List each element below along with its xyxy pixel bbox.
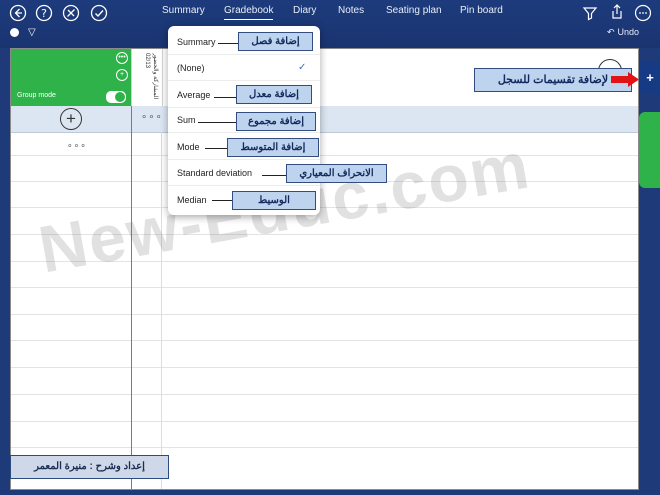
callout-add-mode: إضافة المتوسط bbox=[227, 138, 319, 157]
back-arrow-icon[interactable] bbox=[9, 4, 27, 22]
summary-row: + ∘∘∘ bbox=[11, 106, 638, 133]
undo-button[interactable]: ↶ Undo bbox=[607, 27, 639, 38]
add-sections-button[interactable]: + bbox=[640, 62, 660, 94]
callout-leader bbox=[262, 175, 286, 176]
row-line bbox=[11, 287, 638, 288]
group-mode-toggle[interactable] bbox=[106, 91, 126, 103]
tab-notes[interactable]: Notes bbox=[338, 5, 364, 17]
side-tab[interactable] bbox=[639, 112, 660, 188]
share-icon[interactable] bbox=[608, 3, 626, 21]
callout-std-dev: الانحراف المعياري bbox=[286, 164, 387, 183]
row-options-icon[interactable]: ∘∘∘ bbox=[141, 112, 163, 123]
triangle-down-icon[interactable]: ▽ bbox=[28, 27, 36, 38]
student-row-options-icon[interactable]: ∘∘∘ bbox=[67, 140, 87, 151]
menu-item-none-label: (None) bbox=[177, 63, 205, 73]
add-student-icon[interactable]: + bbox=[116, 69, 128, 81]
column-header[interactable]: المشاركة والحضور 02/13 bbox=[131, 49, 163, 106]
top-toolbar: ? Summary Gradebook Diary Notes Seating … bbox=[0, 0, 660, 48]
checkmark-icon: ✓ bbox=[298, 62, 307, 73]
more-options-icon[interactable]: ••• bbox=[116, 52, 128, 64]
group-mode-label: Group mode bbox=[17, 92, 56, 99]
help-icon[interactable]: ? bbox=[35, 4, 53, 22]
tools-icon[interactable] bbox=[62, 4, 80, 22]
red-arrow-icon bbox=[611, 72, 639, 87]
tab-pin-board[interactable]: Pin board bbox=[460, 5, 503, 17]
record-dot-icon[interactable] bbox=[10, 28, 19, 37]
row-line bbox=[11, 340, 638, 341]
author-credit: إعداد وشرح : منيرة المعمر bbox=[10, 455, 169, 479]
row-line bbox=[11, 394, 638, 395]
column-date: 02/13 bbox=[144, 53, 150, 69]
callout-leader bbox=[212, 200, 232, 201]
column-divider bbox=[161, 132, 162, 489]
svg-text:?: ? bbox=[41, 7, 47, 20]
callout-leader bbox=[218, 43, 238, 44]
menu-item-none[interactable]: (None) ✓ bbox=[168, 55, 320, 81]
undo-icon: ↶ bbox=[607, 27, 615, 37]
more-icon[interactable] bbox=[634, 4, 652, 22]
callout-leader bbox=[205, 148, 227, 149]
callout-leader bbox=[198, 122, 236, 123]
callout-add-average: إضافة معدل bbox=[236, 85, 312, 104]
tab-diary[interactable]: Diary bbox=[293, 5, 316, 17]
undo-label: Undo bbox=[617, 27, 640, 37]
callout-add-chapter: إضافة فصل bbox=[238, 32, 313, 51]
column-divider bbox=[131, 106, 132, 489]
row-line bbox=[11, 314, 638, 315]
row-line bbox=[11, 447, 638, 448]
callout-median: الوسيط bbox=[232, 191, 316, 210]
tab-seating-plan[interactable]: Seating plan bbox=[386, 5, 442, 17]
check-icon[interactable] bbox=[90, 4, 108, 22]
callout-add-sections: لإضافة تقسيمات للسجل bbox=[474, 68, 632, 92]
row-line bbox=[11, 367, 638, 368]
student-panel: ••• + Group mode bbox=[11, 49, 131, 107]
row-line bbox=[11, 155, 638, 156]
column-title: المشاركة والحضور 02/13 bbox=[135, 53, 159, 101]
callout-leader bbox=[214, 97, 236, 98]
filter-icon[interactable] bbox=[581, 4, 599, 22]
column-title-text: المشاركة والحضور bbox=[152, 53, 158, 100]
callout-add-sum: إضافة مجموع bbox=[236, 112, 316, 131]
tab-gradebook[interactable]: Gradebook bbox=[224, 5, 274, 20]
tab-summary[interactable]: Summary bbox=[162, 5, 205, 17]
gradebook-sheet: ••• + Group mode المشاركة والحضور 02/13 … bbox=[10, 48, 639, 490]
row-line bbox=[11, 421, 638, 422]
add-row-icon[interactable]: + bbox=[60, 108, 82, 130]
